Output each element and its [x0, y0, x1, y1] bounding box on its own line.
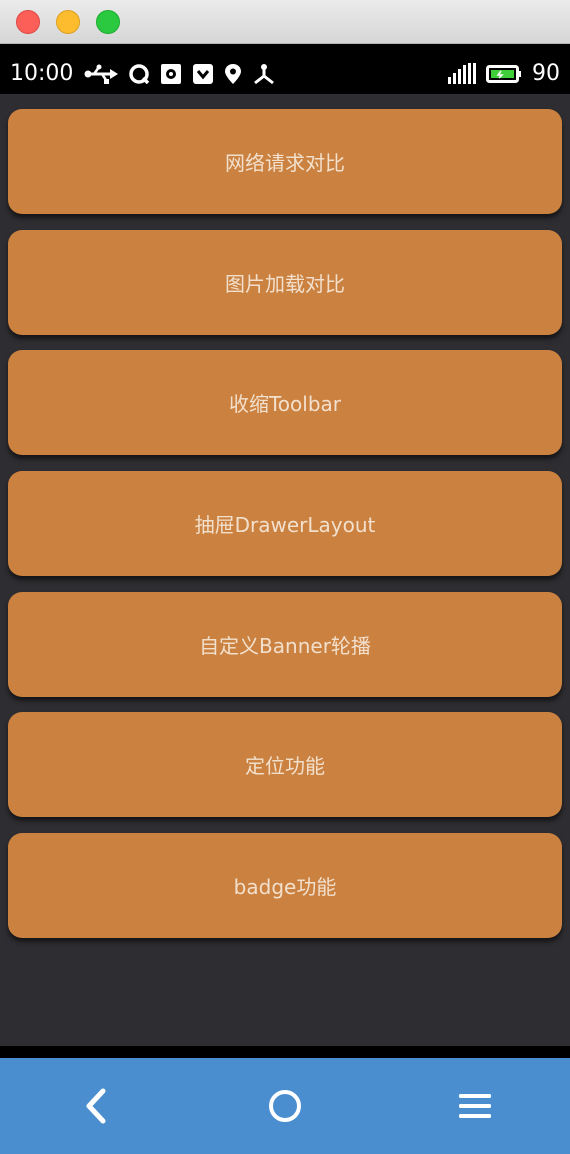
menu-icon [459, 1094, 491, 1118]
shield-icon [193, 64, 213, 84]
signal-icon [448, 63, 476, 84]
window-titlebar [0, 0, 570, 44]
back-icon [86, 1088, 106, 1124]
battery-level: 90 [532, 61, 560, 86]
home-button[interactable] [259, 1082, 311, 1130]
custom-banner-carousel-button[interactable]: 自定义Banner轮播 [8, 592, 562, 697]
status-right: 90 [448, 61, 560, 87]
battery-icon [486, 65, 521, 83]
menu-button[interactable] [449, 1082, 501, 1130]
collapsing-toolbar-button[interactable]: 收缩Toolbar [8, 350, 562, 455]
status-time: 10:00 [10, 61, 74, 86]
image-loading-compare-button[interactable]: 图片加载对比 [8, 230, 562, 335]
status-icons [84, 62, 276, 86]
main-content: 网络请求对比 图片加载对比 收缩Toolbar 抽屉DrawerLayout 自… [0, 94, 570, 1046]
network-icon [254, 64, 274, 85]
close-window-button[interactable] [16, 10, 40, 34]
divider-strip [0, 1046, 570, 1058]
drawer-layout-button[interactable]: 抽屉DrawerLayout [8, 471, 562, 576]
location-feature-button[interactable]: 定位功能 [8, 712, 562, 817]
network-request-compare-button[interactable]: 网络请求对比 [8, 109, 562, 214]
home-icon [269, 1090, 301, 1122]
location-pin-icon [225, 64, 241, 84]
notification-icon [161, 64, 181, 84]
usb-icon [84, 64, 118, 84]
maximize-window-button[interactable] [96, 10, 120, 34]
status-bar: 10:00 90 [0, 44, 570, 94]
minimize-window-button[interactable] [56, 10, 80, 34]
navigation-bar [0, 1058, 570, 1154]
back-button[interactable] [70, 1082, 122, 1130]
qq-icon [129, 64, 150, 85]
badge-feature-button[interactable]: badge功能 [8, 833, 562, 938]
